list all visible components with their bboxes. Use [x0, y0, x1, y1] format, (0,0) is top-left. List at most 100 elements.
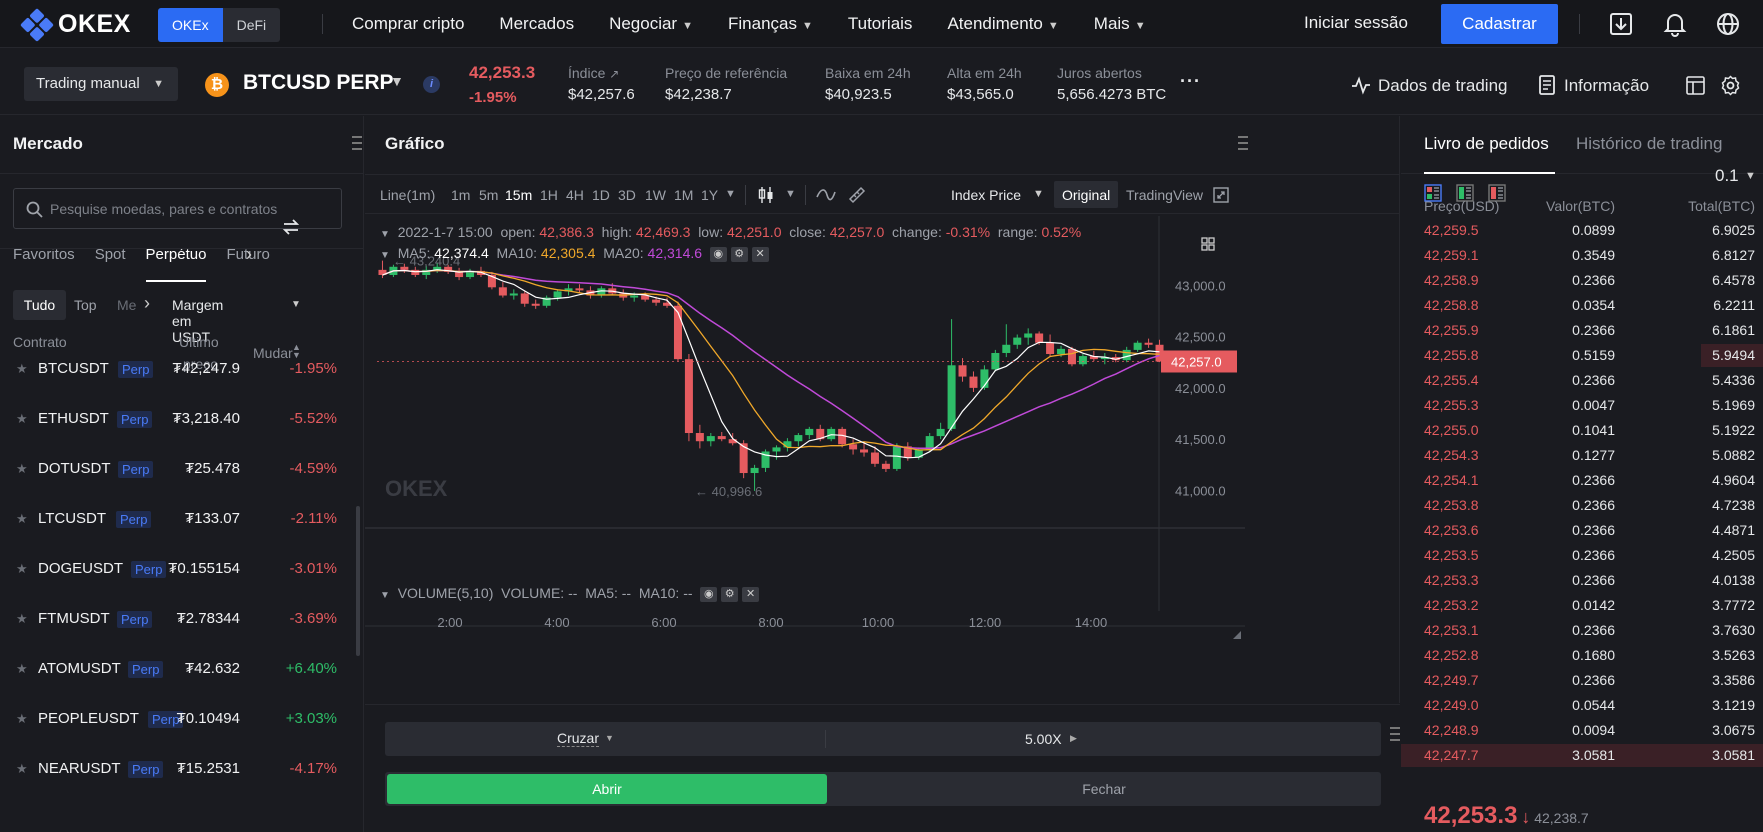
ask-row[interactable]: 42,259.5 0.0899 6.9025 [1401, 218, 1763, 243]
precision-select[interactable]: 0.1 [1715, 166, 1739, 186]
chevron-down-icon[interactable]: ▼ [291, 299, 301, 310]
ask-row[interactable]: 42,252.8 0.1680 3.5263 [1401, 643, 1763, 668]
ask-row[interactable]: 42,253.2 0.0142 3.7772 [1401, 593, 1763, 618]
nav-markets[interactable]: Mercados [499, 14, 574, 34]
star-icon[interactable]: ★ [16, 361, 28, 377]
defi-tab[interactable]: DeFi [223, 8, 281, 42]
ask-row[interactable]: 42,253.6 0.2366 4.4871 [1401, 518, 1763, 543]
info-icon[interactable]: i [423, 76, 440, 93]
okex-tab[interactable]: OKEx [158, 8, 223, 42]
nav-tutorials[interactable]: Tutoriais [848, 14, 913, 34]
tf-line-1m[interactable]: Line(1m) [380, 187, 435, 203]
ask-row[interactable]: 42,253.8 0.2366 4.7238 [1401, 493, 1763, 518]
chevron-down-icon[interactable]: ▼ [380, 229, 390, 240]
tab-order-book[interactable]: Livro de pedidos [1424, 134, 1549, 154]
open-tab[interactable]: Abrir [387, 774, 827, 804]
chevron-down-icon[interactable]: ▼ [1033, 188, 1044, 200]
market-row[interactable]: ★ BTCUSDT Perp ₮42,247.9 -1.95% [0, 345, 355, 395]
chevron-down-icon[interactable]: ▼ [1745, 170, 1756, 182]
star-icon[interactable]: ★ [16, 661, 28, 677]
tf-1w[interactable]: 1W [645, 187, 666, 203]
subtab-all[interactable]: Tudo [13, 290, 66, 320]
tf-4h[interactable]: 4H [566, 187, 584, 203]
ask-row[interactable]: 42,259.1 0.3549 6.8127 [1401, 243, 1763, 268]
star-icon[interactable]: ★ [16, 461, 28, 477]
okex-logo[interactable]: OKEX [20, 7, 131, 42]
ask-row[interactable]: 42,255.0 0.1041 5.1922 [1401, 418, 1763, 443]
ask-row[interactable]: 42,249.0 0.0544 3.1219 [1401, 693, 1763, 718]
ask-row[interactable]: 42,255.9 0.2366 6.1861 [1401, 318, 1763, 343]
tab-spot[interactable]: Spot [95, 246, 126, 282]
trading-data-link[interactable]: Dados de trading [1378, 76, 1507, 96]
ask-row[interactable]: 42,255.8 0.5159 5.9494 [1401, 343, 1763, 368]
candlestick-type-icon[interactable] [758, 186, 774, 204]
caret-right-icon[interactable]: ▶ [1070, 733, 1077, 744]
market-row[interactable]: ★ DOGEUSDT Perp ₮0.155154 -3.01% [0, 545, 355, 595]
star-icon[interactable]: ★ [16, 711, 28, 727]
subtab-more[interactable]: Me [117, 297, 136, 313]
market-row[interactable]: ★ ETHUSDT Perp ₮3,218.40 -5.52% [0, 395, 355, 445]
nav-finance[interactable]: Finanças ▼ [728, 14, 813, 34]
tab-favorites[interactable]: Favoritos [13, 246, 75, 282]
ask-row[interactable]: 42,255.3 0.0047 5.1969 [1401, 393, 1763, 418]
chevron-down-icon[interactable]: ▼ [390, 73, 404, 89]
login-link[interactable]: Iniciar sessão [1304, 13, 1408, 33]
nav-more[interactable]: Mais ▼ [1094, 14, 1146, 34]
nav-support[interactable]: Atendimento ▼ [947, 14, 1058, 34]
ask-row[interactable]: 42,258.8 0.0354 6.2211 [1401, 293, 1763, 318]
chevron-down-icon[interactable]: ▼ [380, 250, 390, 261]
tab-trade-history[interactable]: Histórico de trading [1576, 134, 1722, 154]
signup-button[interactable]: Cadastrar [1441, 4, 1558, 44]
chevron-down-icon[interactable]: ▼ [725, 188, 736, 200]
tf-15m[interactable]: 15m [505, 187, 532, 203]
star-icon[interactable]: ★ [16, 411, 28, 427]
market-row[interactable]: ★ DOTUSDT Perp ₮25.478 -4.59% [0, 445, 355, 495]
gear-icon[interactable]: ⚙ [730, 246, 748, 262]
star-icon[interactable]: ★ [16, 511, 28, 527]
market-row[interactable]: ★ NEARUSDT Perp ₮15.2531 -4.17% [0, 745, 355, 795]
market-row[interactable]: ★ FTMUSDT Perp ₮2.78344 -3.69% [0, 595, 355, 645]
ruler-icon[interactable] [848, 186, 866, 204]
settings-icon[interactable] [1720, 75, 1741, 96]
close-icon[interactable]: ✕ [742, 586, 760, 602]
external-link-icon[interactable]: ↗ [609, 67, 619, 81]
tf-5m[interactable]: 5m [479, 187, 498, 203]
close-tab[interactable]: Fechar [829, 774, 1379, 804]
ask-row[interactable]: 42,253.5 0.2366 4.2505 [1401, 543, 1763, 568]
trading-mode-select[interactable]: Trading manual ▼ [24, 67, 178, 101]
nav-trade[interactable]: Negociar ▼ [609, 14, 693, 34]
tf-1m[interactable]: 1m [451, 187, 470, 203]
tab-perpetual[interactable]: Perpétuo [145, 246, 207, 282]
star-icon[interactable]: ★ [16, 561, 28, 577]
margin-mode-select[interactable]: Cruzar [557, 730, 600, 747]
tf-1d[interactable]: 1D [592, 187, 610, 203]
ask-row[interactable]: 42,254.1 0.2366 4.9604 [1401, 468, 1763, 493]
scrollbar[interactable] [356, 506, 360, 656]
globe-icon[interactable] [1714, 10, 1742, 38]
tf-1y[interactable]: 1Y [701, 187, 718, 203]
caret-down-icon[interactable]: ▼ [605, 733, 614, 743]
tf-3d[interactable]: 3D [618, 187, 636, 203]
tradingview-button[interactable]: TradingView [1126, 187, 1203, 203]
chevron-down-icon[interactable]: ▼ [785, 188, 796, 200]
indicator-icon[interactable] [816, 187, 836, 203]
leverage-select[interactable]: 5.00X [1025, 731, 1062, 747]
eye-icon[interactable]: ◉ [709, 246, 727, 262]
star-icon[interactable]: ★ [16, 611, 28, 627]
drag-handle-icon[interactable] [1390, 727, 1400, 741]
market-row[interactable]: ★ ATOMUSDT Perp ₮42.632 +6.40% [0, 645, 355, 695]
tf-1h[interactable]: 1H [540, 187, 558, 203]
market-row[interactable]: ★ LTCUSDT Perp ₮133.07 -2.11% [0, 495, 355, 545]
ask-row[interactable]: 42,255.4 0.2366 5.4336 [1401, 368, 1763, 393]
nav-buy-crypto[interactable]: Comprar cripto [352, 14, 464, 34]
ask-row[interactable]: 42,253.1 0.2366 3.7630 [1401, 618, 1763, 643]
index-price-select[interactable]: Index Price [951, 187, 1021, 203]
ask-row[interactable]: 42,258.9 0.2366 6.4578 [1401, 268, 1763, 293]
subtab-top[interactable]: Top [74, 297, 97, 313]
bell-icon[interactable] [1661, 10, 1689, 38]
market-row[interactable]: ★ PEOPLEUSDT Perp ₮0.10494 +3.03% [0, 695, 355, 745]
resize-corner-icon[interactable] [1233, 631, 1241, 639]
swap-icon[interactable] [281, 217, 301, 237]
drag-handle-icon[interactable] [352, 136, 362, 150]
ask-row[interactable]: 42,254.3 0.1277 5.0882 [1401, 443, 1763, 468]
